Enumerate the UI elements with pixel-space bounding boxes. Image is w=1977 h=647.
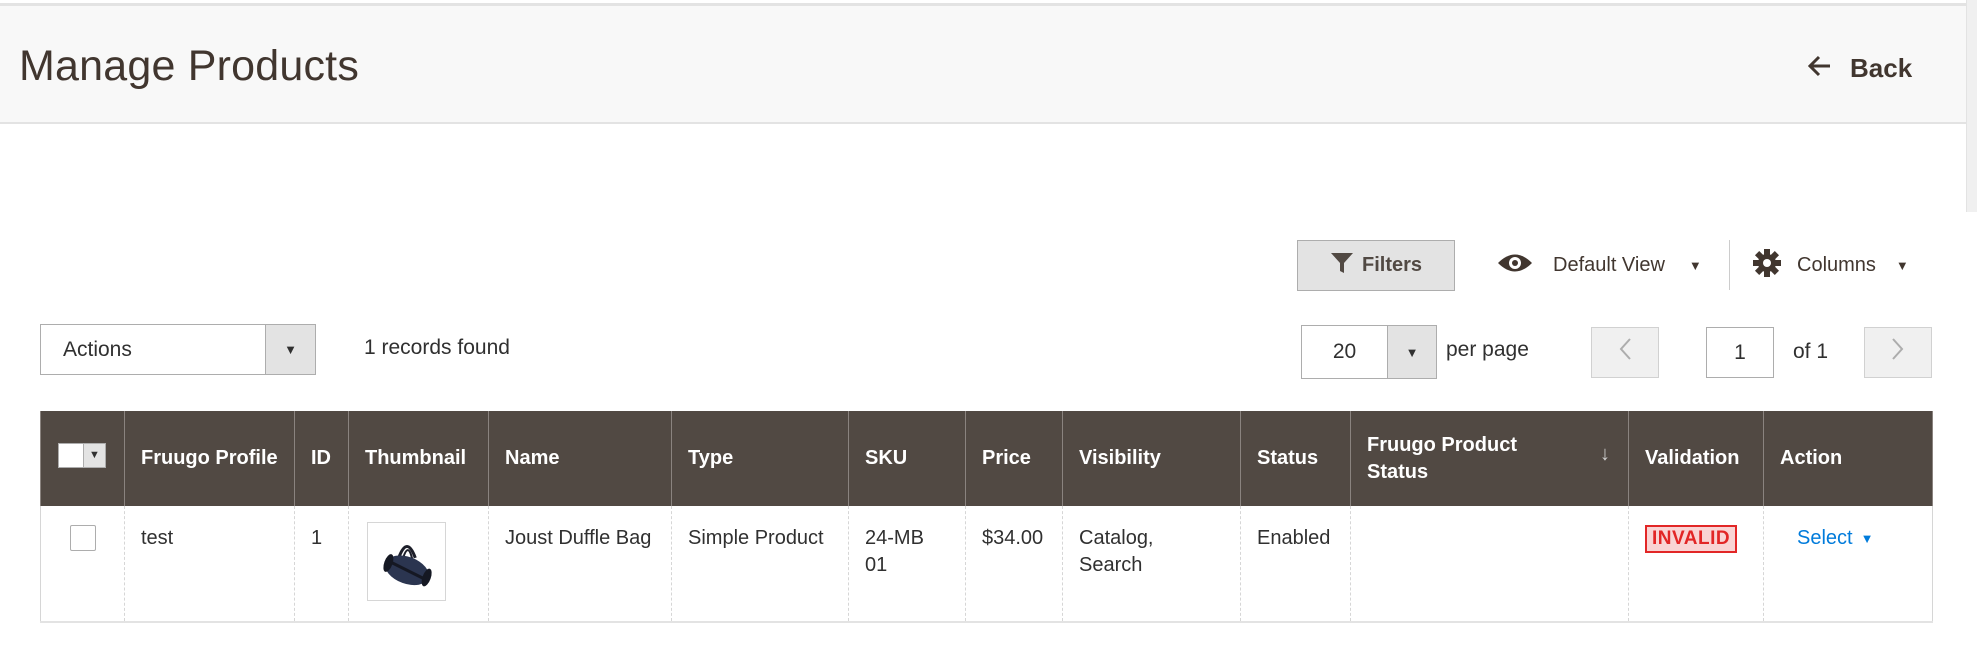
toolbar-divider <box>1729 240 1730 290</box>
default-view-label: Default View <box>1553 254 1665 276</box>
row-action-label: Select <box>1797 527 1853 549</box>
row-action-select[interactable]: Select ▼ <box>1780 525 1873 552</box>
cell-status: Enabled <box>1240 506 1351 623</box>
default-view-dropdown[interactable]: Default View ▼ <box>1497 240 1702 291</box>
row-checkbox[interactable] <box>70 525 96 551</box>
columns-dropdown[interactable]: Columns ▼ <box>1753 240 1909 291</box>
previous-page-button[interactable] <box>1591 327 1659 378</box>
column-header-fruugo-profile[interactable]: Fruugo Profile <box>124 411 295 506</box>
column-header-fruugo-product-status-label: Fruugo Product Status <box>1367 433 1517 483</box>
per-page-value: 20 <box>1332 340 1357 363</box>
cell-validation: INVALID <box>1628 506 1764 623</box>
cell-type: Simple Product <box>671 506 849 623</box>
chevron-left-icon <box>1618 337 1632 368</box>
caret-down-icon: ▼ <box>265 325 315 374</box>
table-header-row: ▼ Fruugo Profile ID Thumbnail Name Type … <box>40 411 1933 506</box>
current-page-input[interactable] <box>1706 327 1774 378</box>
mass-select-dropdown[interactable]: ▼ <box>58 442 106 468</box>
page-total: of 1 <box>1793 340 1829 363</box>
column-header-validation[interactable]: Validation <box>1628 411 1764 506</box>
cell-sku: 24-MB01 <box>848 506 966 623</box>
cell-visibility: Catalog, Search <box>1062 506 1241 623</box>
page-header: Manage Products Back <box>0 3 1966 124</box>
cell-price: $34.00 <box>965 506 1063 623</box>
page-title: Manage Products <box>19 42 360 90</box>
cell-select <box>40 506 125 623</box>
column-header-visibility[interactable]: Visibility <box>1062 411 1241 506</box>
product-thumbnail[interactable] <box>367 522 446 601</box>
gear-icon <box>1753 248 1781 283</box>
back-button[interactable]: Back <box>1807 53 1913 84</box>
products-grid: ▼ Fruugo Profile ID Thumbnail Name Type … <box>40 411 1933 623</box>
back-label: Back <box>1850 53 1913 83</box>
table-row: test 1 Joust Duffle Bag Simple Product 2… <box>40 506 1933 623</box>
column-header-id[interactable]: ID <box>294 411 349 506</box>
sort-down-icon: ↓ <box>1600 443 1610 465</box>
next-page-button[interactable] <box>1864 327 1932 378</box>
caret-down-icon: ▼ <box>1895 258 1909 273</box>
mass-select-header: ▼ <box>40 411 125 506</box>
caret-down-icon: ▼ <box>1688 258 1702 273</box>
filters-label: Filters <box>1361 254 1423 276</box>
page-scrollbar[interactable] <box>1966 0 1977 212</box>
select-all-checkbox[interactable] <box>59 443 83 467</box>
sku-value: 24-MB01 <box>865 527 924 576</box>
records-found: 1 records found <box>364 336 510 359</box>
column-header-thumbnail: Thumbnail <box>348 411 489 506</box>
caret-down-icon: ▼ <box>1860 531 1874 546</box>
duffle-bag-image <box>382 544 432 586</box>
grid-toolbar-bottom: Actions ▼ 1 records found 20 ▼ per page … <box>0 324 1977 380</box>
chevron-right-icon <box>1891 337 1905 368</box>
columns-label: Columns <box>1797 254 1876 276</box>
cell-action: Select ▼ <box>1763 506 1933 623</box>
cell-name: Joust Duffle Bag <box>488 506 672 623</box>
filters-button[interactable]: Filters <box>1297 240 1455 291</box>
column-header-price[interactable]: Price <box>965 411 1063 506</box>
column-header-type[interactable]: Type <box>671 411 849 506</box>
column-header-name[interactable]: Name <box>488 411 672 506</box>
validation-badge: INVALID <box>1645 525 1738 553</box>
arrow-left-icon <box>1807 53 1832 84</box>
cell-id: 1 <box>294 506 349 623</box>
cell-fruugo-product-status <box>1350 506 1629 623</box>
column-header-action: Action <box>1763 411 1933 506</box>
eye-icon <box>1497 252 1533 280</box>
funnel-icon <box>1330 251 1354 281</box>
actions-label: Actions <box>63 338 132 361</box>
caret-down-icon: ▼ <box>83 443 105 467</box>
column-header-status[interactable]: Status <box>1240 411 1351 506</box>
grid-toolbar-top: Filters Default View ▼ Columns ▼ <box>0 240 1977 292</box>
caret-down-icon: ▼ <box>1387 326 1436 378</box>
cell-thumbnail <box>348 506 489 623</box>
column-header-fruugo-product-status[interactable]: Fruugo Product Status ↓ <box>1350 411 1629 506</box>
actions-dropdown[interactable]: Actions ▼ <box>40 324 316 375</box>
per-page-label: per page <box>1446 338 1529 361</box>
per-page-dropdown[interactable]: 20 ▼ <box>1301 325 1437 379</box>
cell-fruugo-profile: test <box>124 506 295 623</box>
column-header-sku[interactable]: SKU <box>848 411 966 506</box>
